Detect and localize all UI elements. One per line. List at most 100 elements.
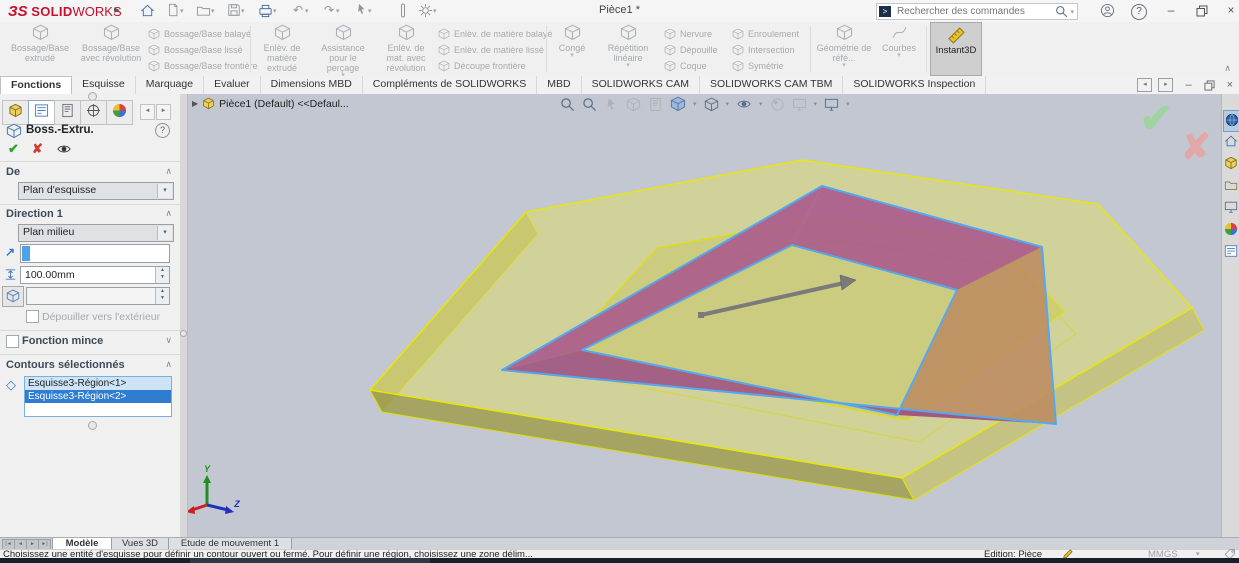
ribbon-cut-sweep-button[interactable]: Enlèv. de matière balayé [438,26,552,41]
tab-esquisse[interactable]: Esquisse [72,76,136,94]
draft-angle-spinner[interactable]: ▲▼ [26,287,170,305]
pm-ok-button[interactable]: ✔ [8,141,19,157]
close-button[interactable]: × [1218,2,1239,19]
tab-mbd[interactable]: MBD [537,76,581,94]
tab-solidworks-inspection[interactable]: SOLIDWORKS Inspection [843,76,986,94]
ribbon-wrap-button[interactable]: Enroulement [732,26,799,41]
doc-restore-button[interactable] [1204,79,1215,91]
pm-tab-scroll-left[interactable]: ◄ [140,104,155,120]
zoom-fit-icon[interactable] [560,97,575,112]
tab-dimxpert-manager[interactable] [80,100,107,125]
edit-appearance-icon[interactable] [770,97,785,112]
from-dropdown-caret[interactable]: ▾ [157,184,172,198]
vertical-splitter[interactable] [180,94,188,537]
ribbon-bossage-extrude-button[interactable]: Bossage/Base extrudé [4,24,76,74]
selected-contours-list[interactable]: Esquisse3-Région<1> Esquisse3-Région<2> [24,376,172,417]
restore-button[interactable] [1189,2,1215,19]
tab-dimensions-mbd[interactable]: Dimensions MBD [261,76,363,94]
thin-feature-checkbox[interactable] [6,335,19,351]
thin-feature-chevron[interactable]: ∨ [165,335,172,346]
tab-feature-manager[interactable] [2,100,29,125]
list-item[interactable]: Esquisse3-Région<2> [25,390,171,403]
pane-left-icon[interactable]: ◂ [1137,78,1152,92]
display-style-caret[interactable]: ▾ [726,100,730,108]
design-library-icon[interactable] [1223,154,1239,174]
ribbon-cut-extrude-button[interactable]: Enlèv. de matière extrudé [254,24,310,74]
tab-configuration-manager[interactable] [54,100,81,125]
section-from-chevron[interactable]: ∧ [165,166,172,177]
vertical-splitter-handle[interactable] [180,330,187,337]
doc-minimize-button[interactable]: – [1185,79,1191,91]
custom-properties-icon[interactable] [1223,242,1239,262]
depth-value-input[interactable] [23,267,139,283]
ribbon-bossage-loft-button[interactable]: Bossage/Base lissé [148,42,243,57]
tab-evaluer[interactable]: Evaluer [204,76,261,94]
resources-home-icon[interactable] [1223,132,1239,152]
ribbon-cut-loft-button[interactable]: Enlèv. de matière lissé [438,42,544,57]
confirmation-cancel-button[interactable]: ✘ [1181,126,1211,168]
graphics-viewport[interactable]: X Y Z ▶ Pièce1 (Default) <<Defaul... ▾ ▾… [188,94,1221,537]
hide-show-caret[interactable]: ▾ [759,100,763,108]
apply-scene-caret[interactable]: ▾ [814,100,818,108]
section-view-icon[interactable] [626,97,641,112]
command-search[interactable]: > ▾ [876,3,1078,20]
draft-spin-arrows[interactable]: ▲▼ [155,288,169,304]
file-explorer-icon[interactable] [1223,176,1239,196]
direction-dropdown[interactable]: Plan milieu▾ [18,224,174,242]
view-settings-icon[interactable] [824,97,839,112]
feature-tree-flyout[interactable]: ▶ Pièce1 (Default) <<Defaul... [192,97,349,110]
user-account-icon[interactable] [1094,2,1120,19]
appearances-icon[interactable] [1223,220,1239,240]
tab-marquage[interactable]: Marquage [136,76,204,94]
depth-spin-arrows[interactable]: ▲▼ [155,267,169,283]
ribbon-instant3d-button[interactable]: Instant3D [930,22,982,76]
ribbon-shell-button[interactable]: Coque [664,58,707,73]
search-icon[interactable] [1055,5,1068,18]
draft-button[interactable] [2,286,24,307]
hide-show-items-icon[interactable] [736,97,752,111]
ribbon-mirror-button[interactable]: Symétrie [732,58,784,73]
depth-spinner[interactable]: ▲▼ [20,266,170,284]
minimize-button[interactable]: – [1158,2,1184,19]
zoom-area-icon[interactable] [582,97,597,112]
ribbon-fillet-button[interactable]: Congé ▾ [550,24,594,74]
ribbon-cut-revolve-button[interactable]: Enlèv. de mat. avec révolution [378,24,434,74]
display-style-icon[interactable] [704,97,719,112]
pm-help-icon[interactable]: ? [155,123,170,138]
list-item[interactable]: Esquisse3-Région<1> [25,377,171,390]
tab-solidworks-cam-tbm[interactable]: SOLIDWORKS CAM TBM [700,76,843,94]
tab-fonctions[interactable]: Fonctions [0,76,72,95]
pane-right-icon[interactable]: ▸ [1158,78,1173,92]
ribbon-hole-wizard-button[interactable]: Assistance pour le perçage ▾ [312,24,374,74]
tab-solidworks-cam[interactable]: SOLIDWORKS CAM [582,76,700,94]
ribbon-intersect-button[interactable]: Intersection [732,42,795,57]
previous-view-icon[interactable] [604,97,619,112]
ribbon-cut-boundary-button[interactable]: Découpe frontière [438,58,526,73]
section-direction-chevron[interactable]: ∧ [165,208,172,219]
view-settings-caret[interactable]: ▾ [846,100,850,108]
ribbon-reference-geometry-button[interactable]: Géométrie de réfé... ▾ [814,24,874,74]
tab-property-manager[interactable] [28,100,55,125]
ribbon-rib-button[interactable]: Nervure [664,26,712,41]
list-item-empty[interactable] [25,403,171,416]
pm-preview-eye-icon[interactable] [56,142,72,156]
ribbon-curves-button[interactable]: Courbes ▾ [876,24,922,74]
draft-outward-checkbox[interactable] [26,310,39,326]
tab-display-manager[interactable] [106,100,133,125]
selected-contours-chevron[interactable]: ∧ [165,359,172,370]
view-palette-icon[interactable] [1223,198,1239,218]
tab-complements[interactable]: Compléments de SOLIDWORKS [363,76,537,94]
ribbon-bossage-sweep-button[interactable]: Bossage/Base balayé [148,26,251,41]
view-orientation-caret[interactable]: ▾ [693,100,697,108]
ribbon-draft-button[interactable]: Dépouille [664,42,718,57]
search-input[interactable] [895,5,1055,18]
from-dropdown[interactable]: Plan d'esquisse▾ [18,182,174,200]
tree-expand-arrow[interactable]: ▶ [192,99,198,108]
annotation-views-icon[interactable] [648,97,663,112]
ribbon-bossage-revolve-button[interactable]: Bossage/Base avec révolution [78,24,144,74]
view-orientation-icon[interactable] [670,96,686,112]
pm-tab-scroll-right[interactable]: ► [156,104,171,120]
3d-contentcentral-icon[interactable] [1223,110,1239,132]
search-caret[interactable]: ▾ [1070,8,1074,16]
ribbon-bossage-boundary-button[interactable]: Bossage/Base frontière [148,58,258,73]
